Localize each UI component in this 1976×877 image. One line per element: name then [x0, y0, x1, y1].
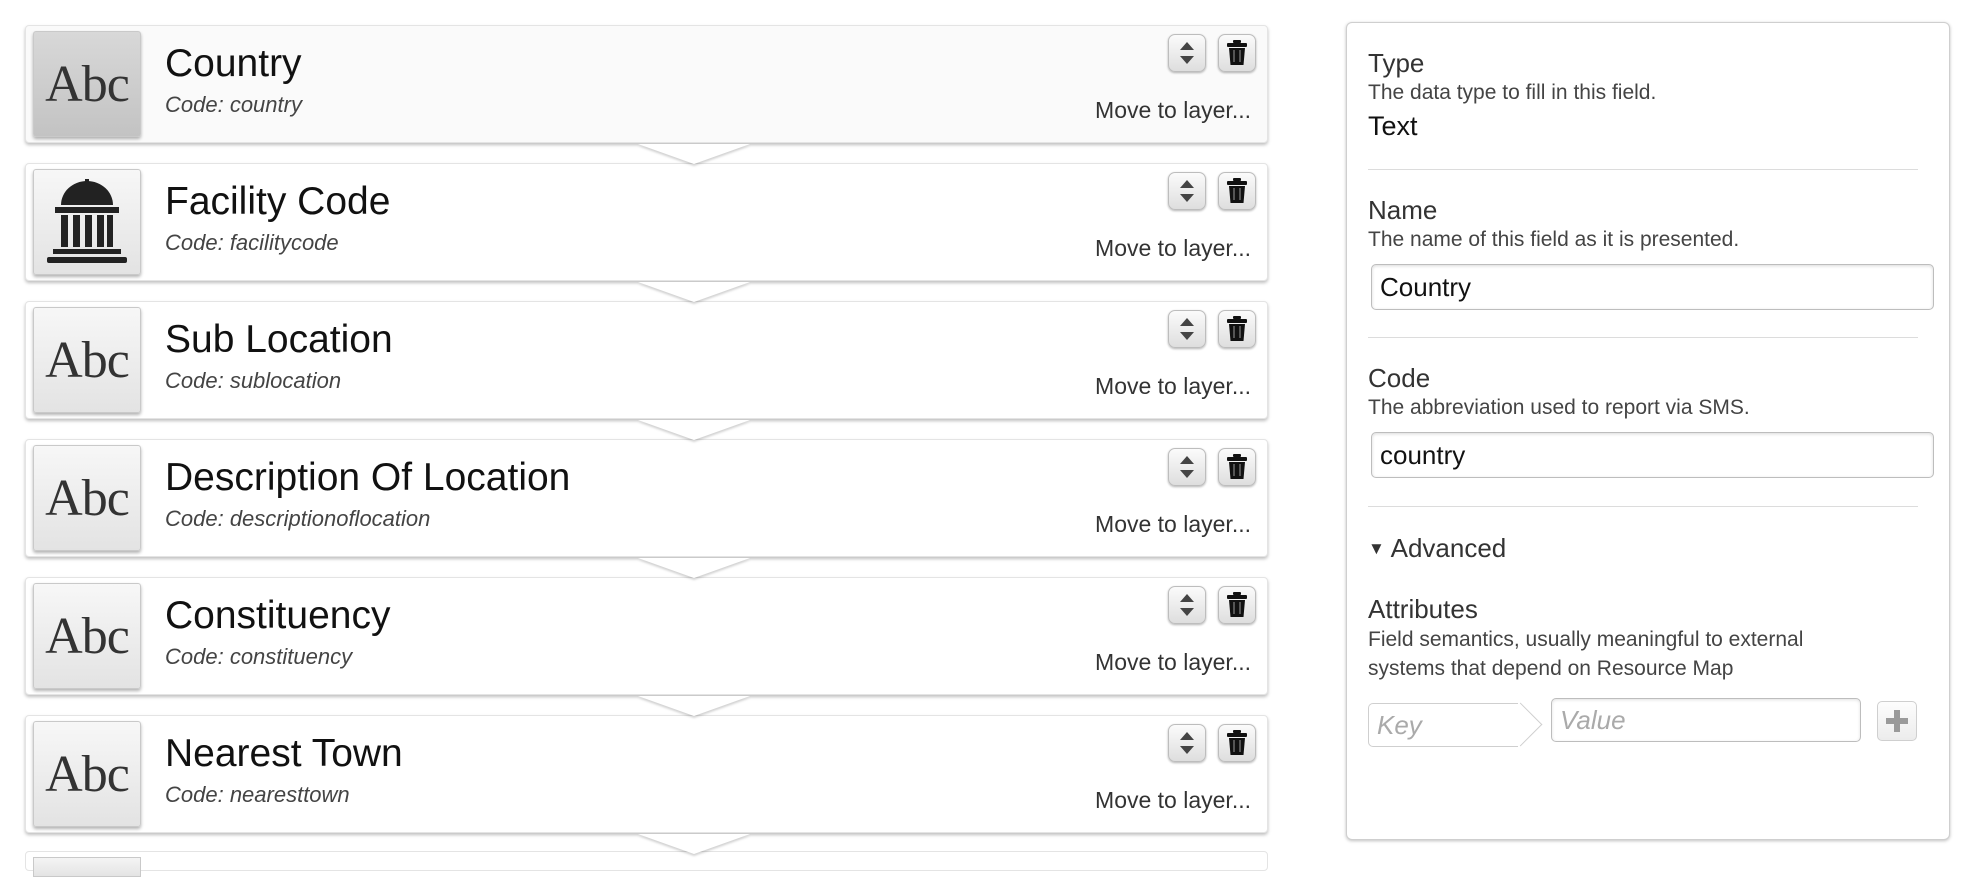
trash-icon	[1227, 178, 1247, 203]
up-down-arrows-icon	[1180, 456, 1194, 478]
reorder-button[interactable]	[1168, 34, 1206, 72]
field-row-3[interactable]: Abc Sub Location Code: sublocation Move to …	[25, 301, 1268, 440]
up-down-arrows-icon	[1180, 594, 1194, 616]
field-name: Nearest Town	[165, 732, 403, 775]
name-input[interactable]	[1371, 264, 1934, 310]
field-row-1[interactable]: Abc Country Code: country Move to layer...	[25, 25, 1268, 164]
name-description: The name of this field as it is presente…	[1368, 228, 1740, 251]
field-code: Code: sublocation	[165, 368, 342, 393]
divider	[1368, 506, 1918, 507]
field-type-icon	[33, 857, 141, 877]
field-code: Code: facilitycode	[165, 230, 339, 255]
attributes-description-line2: systems that depend on Resource Map	[1368, 657, 1734, 680]
triangle-down-icon: ▼	[1368, 539, 1385, 558]
type-title: Type	[1368, 48, 1425, 78]
move-to-layer-link[interactable]: Move to layer...	[1095, 649, 1251, 676]
field-type-icon: Abc	[33, 445, 141, 551]
up-down-arrows-icon	[1180, 732, 1194, 754]
add-attribute-button[interactable]	[1877, 701, 1917, 741]
field-type-icon: Abc	[33, 721, 141, 827]
code-description: The abbreviation used to report via SMS.	[1368, 396, 1750, 419]
reorder-button[interactable]	[1168, 172, 1206, 210]
move-to-layer-link[interactable]: Move to layer...	[1095, 235, 1251, 262]
reorder-button[interactable]	[1168, 586, 1206, 624]
field-type-icon: Abc	[33, 31, 141, 137]
name-title: Name	[1368, 195, 1438, 225]
trash-icon	[1227, 40, 1247, 65]
move-to-layer-link[interactable]: Move to layer...	[1095, 373, 1251, 400]
field-name: Constituency	[165, 594, 391, 637]
field-type-icon: Abc	[33, 307, 141, 413]
field-name: Facility Code	[165, 180, 391, 223]
facility-building-icon	[47, 179, 127, 263]
row-connector-arrow	[638, 144, 750, 164]
trash-icon	[1227, 592, 1247, 617]
trash-icon	[1227, 730, 1247, 755]
abc-text-icon: Abc	[45, 745, 130, 803]
plus-icon	[1886, 710, 1908, 732]
reorder-button[interactable]	[1168, 448, 1206, 486]
field-row-4[interactable]: Abc Description Of Location Code: descript…	[25, 439, 1268, 578]
abc-text-icon: Abc	[45, 607, 130, 665]
divider	[1368, 337, 1918, 338]
trash-icon	[1227, 316, 1247, 341]
move-to-layer-link[interactable]: Move to layer...	[1095, 787, 1251, 814]
field-properties-panel: Type The data type to fill in this field…	[1346, 22, 1950, 840]
field-name: Sub Location	[165, 318, 393, 361]
type-value: Text	[1368, 111, 1418, 141]
up-down-arrows-icon	[1180, 180, 1194, 202]
row-connector-arrow	[638, 420, 750, 440]
advanced-label: Advanced	[1390, 533, 1507, 563]
delete-field-button[interactable]	[1218, 34, 1256, 72]
attributes-description-line1: Field semantics, usually meaningful to e…	[1368, 628, 1804, 651]
up-down-arrows-icon	[1180, 42, 1194, 64]
attribute-key-input[interactable]	[1368, 703, 1518, 747]
row-connector-arrow	[638, 558, 750, 578]
row-connector-arrow	[638, 282, 750, 302]
field-name: Description Of Location	[165, 456, 571, 499]
advanced-toggle[interactable]: ▼ Advanced	[1368, 533, 1506, 564]
field-type-icon: Abc	[33, 583, 141, 689]
field-row-2[interactable]: Facility Code Code: facilitycode Move to l…	[25, 163, 1268, 302]
row-connector-arrow	[638, 696, 750, 716]
reorder-button[interactable]	[1168, 310, 1206, 348]
code-title: Code	[1368, 363, 1431, 393]
field-name: Country	[165, 42, 302, 85]
abc-text-icon: Abc	[45, 331, 130, 389]
move-to-layer-link[interactable]: Move to layer...	[1095, 97, 1251, 124]
reorder-button[interactable]	[1168, 724, 1206, 762]
field-code: Code: descriptionoflocation	[165, 506, 431, 531]
type-description: The data type to fill in this field.	[1368, 81, 1657, 104]
attributes-title: Attributes	[1368, 594, 1478, 624]
divider	[1368, 169, 1918, 170]
field-code: Code: constituency	[165, 644, 353, 669]
delete-field-button[interactable]	[1218, 310, 1256, 348]
code-input[interactable]	[1371, 432, 1934, 478]
list-item-partial[interactable]	[25, 851, 1268, 877]
field-code: Code: nearesttown	[165, 782, 350, 807]
attributes-description: Field semantics, usually meaningful to e…	[1368, 625, 1803, 683]
abc-text-icon: Abc	[45, 469, 130, 527]
field-row-5[interactable]: Abc Constituency Code: constituency Move to…	[25, 577, 1268, 716]
delete-field-button[interactable]	[1218, 448, 1256, 486]
abc-text-icon: Abc	[45, 55, 130, 113]
trash-icon	[1227, 454, 1247, 479]
delete-field-button[interactable]	[1218, 172, 1256, 210]
delete-field-button[interactable]	[1218, 586, 1256, 624]
field-code: Code: country	[165, 92, 302, 117]
field-type-icon	[33, 169, 141, 275]
row-connector-arrow	[638, 834, 750, 854]
field-list: Abc Country Code: country Move to layer... F…	[25, 25, 1268, 854]
up-down-arrows-icon	[1180, 318, 1194, 340]
attribute-value-input[interactable]	[1551, 698, 1861, 742]
move-to-layer-link[interactable]: Move to layer...	[1095, 511, 1251, 538]
field-row-6[interactable]: Abc Nearest Town Code: nearesttown Move to …	[25, 715, 1268, 854]
delete-field-button[interactable]	[1218, 724, 1256, 762]
